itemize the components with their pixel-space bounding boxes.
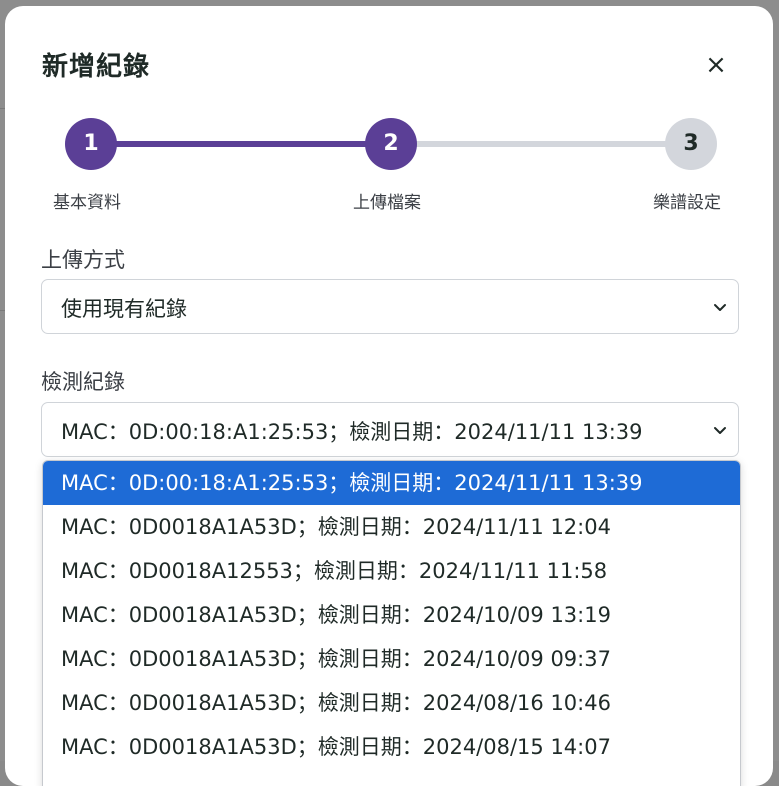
progress-stepper: 1 2 3 基本資料 上傳檔案 樂譜設定 [5, 112, 773, 213]
upload-method-value: 使用現有紀錄 [61, 297, 187, 321]
record-option[interactable]: MAC：0D0018A1A53D；檢測日期：2024/08/15 14:07 [43, 725, 740, 769]
chevron-down-icon [714, 427, 726, 434]
step-2-circle: 2 [365, 118, 417, 170]
record-option[interactable]: MAC：0D0018A1A53D；檢測日期：2024/10/09 09:37 [43, 637, 740, 681]
step-1-circle: 1 [65, 118, 117, 170]
record-option[interactable]: MAC：0D0018A1A53D；檢測日期：2024/08/16 10:46 [43, 681, 740, 725]
record-label: 檢測紀錄 [41, 370, 125, 394]
modal-title: 新增紀錄 [42, 52, 151, 82]
upload-method-label: 上傳方式 [41, 248, 125, 272]
step-connector-completed [91, 141, 393, 147]
record-option[interactable]: MAC：0D0018A1A53D；檢測日期：2024/10/09 13:19 [43, 593, 740, 637]
record-option[interactable]: MAC：0D0018A12553；檢測日期：2024/11/11 11:58 [43, 549, 740, 593]
step-2-label: 上傳檔案 [353, 193, 421, 213]
chevron-down-icon [714, 304, 726, 311]
upload-method-select[interactable]: 使用現有紀錄 [41, 279, 739, 334]
close-icon: × [705, 50, 727, 80]
record-options-list: MAC：0D:00:18:A1:25:53；檢測日期：2024/11/11 13… [42, 460, 741, 786]
step-connector-pending [391, 141, 693, 147]
close-button[interactable]: × [701, 50, 731, 80]
record-option[interactable]: MAC：0D:00:18:A1:25:53；檢測日期：2024/11/11 13… [43, 461, 740, 505]
record-option[interactable]: MAC：0D0018A1A53D；檢測日期：2024/11/11 12:04 [43, 505, 740, 549]
step-3-label: 樂譜設定 [653, 193, 721, 213]
record-value: MAC：0D:00:18:A1:25:53；檢測日期：2024/11/11 13… [61, 420, 643, 444]
record-select[interactable]: MAC：0D:00:18:A1:25:53；檢測日期：2024/11/11 13… [41, 402, 739, 457]
add-record-modal: 新增紀錄 × 1 2 3 基本資料 上傳檔案 樂譜設定 上傳方式 使用現有紀錄 … [5, 6, 773, 786]
step-3-circle: 3 [665, 118, 717, 170]
step-1-label: 基本資料 [53, 193, 121, 213]
